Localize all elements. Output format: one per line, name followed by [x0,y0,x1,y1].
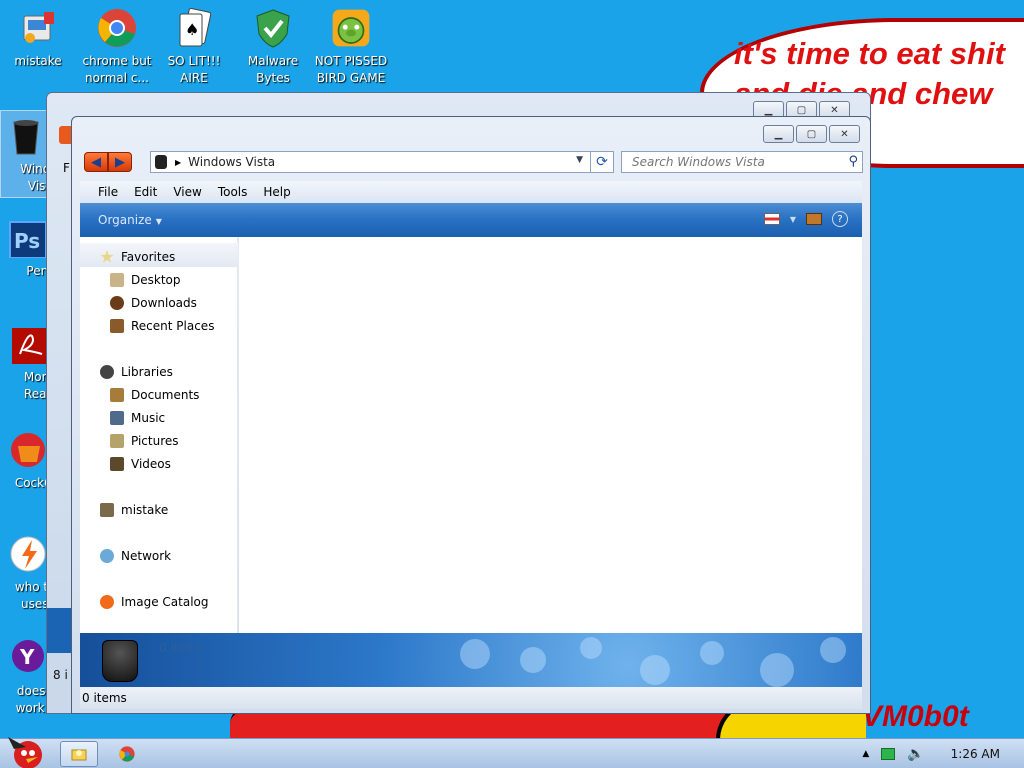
angry-birds-pig-icon [331,8,371,48]
taskbar-explorer-button[interactable] [60,741,98,767]
maximize-button[interactable]: ▢ [796,125,827,143]
organize-dropdown-icon: ▼ [155,217,162,226]
desktop-folder-icon [110,273,124,287]
taskbar-chrome-button[interactable] [108,741,146,767]
nav-libraries[interactable]: Libraries [100,362,173,382]
pictures-icon [110,434,124,448]
show-hidden-icons-icon[interactable]: ▲ [862,749,869,759]
chrome-icon [119,746,135,762]
address-text: Windows Vista [188,155,276,169]
lightning-icon [6,534,46,574]
breadcrumb-chevron-icon: ▶ [175,157,182,167]
desktop-icon-malwarebytes[interactable]: Malware Bytes [235,4,311,87]
computer-icon [100,503,114,517]
documents-icon [110,388,124,402]
menu-help[interactable]: Help [255,185,298,199]
nav-mistake[interactable]: mistake [100,500,168,520]
command-bar: Organize ▼ ▼ ? [80,203,862,237]
libraries-icon [100,365,114,379]
back-arrow-icon[interactable]: ◀ [84,152,108,172]
forward-arrow-icon[interactable]: ▶ [108,152,132,172]
menu-edit[interactable]: Edit [126,185,165,199]
network-status-icon[interactable] [881,748,896,760]
details-pane: 0 items [80,633,862,687]
nav-recent-places[interactable]: Recent Places [110,316,214,336]
recycle-bin-large-icon [102,640,138,682]
organize-button[interactable]: Organize ▼ [98,213,162,227]
status-bar: 0 items [80,687,862,709]
nav-documents[interactable]: Documents [110,385,199,405]
nav-videos[interactable]: Videos [110,454,171,474]
star-icon [100,250,114,263]
recycle-bin-icon [6,116,46,156]
nav-favorites[interactable]: Favorites [100,247,175,267]
address-dropdown-icon[interactable]: ▼ [576,155,583,165]
address-bar[interactable]: ▶ Windows Vista ▼ [150,151,614,173]
downloads-icon [110,296,124,310]
explorer-window[interactable]: ▁ ▢ ✕ ◀ ▶ ▶ Windows Vista ▼ ⟳ ⚲ File Edi… [71,116,871,714]
nav-image-catalog[interactable]: Image Catalog [100,592,208,612]
image-catalog-icon [100,595,114,609]
start-button[interactable] [4,733,48,768]
change-view-icon[interactable] [763,213,780,225]
nav-downloads[interactable]: Downloads [110,293,197,313]
explorer-folder-icon [71,749,87,761]
yahoo-icon: Y [6,638,46,678]
search-input[interactable] [632,155,832,169]
command-bar-icons: ▼ ? [763,211,848,227]
desktop-icon-chrome[interactable]: chrome but normal c... [79,4,155,87]
help-icon[interactable]: ? [832,211,848,227]
desktop-icon-solitaire[interactable]: ♠ SO LIT!!! AIRE [156,4,232,87]
back-window-status-partial: 8 i [53,668,68,682]
recent-places-icon [110,319,124,333]
malwarebytes-shield-icon [253,8,293,48]
photoshop-icon: Ps [6,218,47,259]
details-item-count: 0 items [159,641,204,655]
close-button[interactable]: ✕ [829,125,860,143]
nav-pictures[interactable]: Pictures [110,431,179,451]
menu-bar: File Edit View Tools Help [80,181,862,203]
navigation-row: ◀ ▶ ▶ Windows Vista ▼ ⟳ ⚲ [84,151,863,175]
desktop-icon-mistake[interactable]: mistake [0,4,76,70]
menu-view[interactable]: View [165,185,209,199]
recycle-bin-small-icon [155,155,167,169]
taskbar: ▲ 🔈 1:26 AM [0,737,1024,768]
svg-text:Y: Y [19,645,35,669]
music-icon [110,411,124,425]
network-icon [100,549,114,563]
status-item-count: 0 items [82,691,127,705]
nav-arrows: ◀ ▶ [84,152,132,172]
back-window-menu-partial: F [63,161,70,175]
navigation-pane: Favorites Desktop Downloads Recent Place… [80,237,238,633]
angry-bird-start-icon [8,737,42,768]
svg-text:♠: ♠ [185,20,199,39]
refresh-icon[interactable]: ⟳ [590,151,614,173]
menu-file[interactable]: File [90,185,126,199]
solitaire-icon: ♠ [174,7,214,48]
control-panel-icon [18,8,58,48]
search-icon[interactable]: ⚲ [848,154,858,169]
system-tray: ▲ 🔈 1:26 AM [862,739,1024,768]
nav-music[interactable]: Music [110,408,165,428]
videos-icon [110,457,124,471]
svg-text:Ps: Ps [14,229,40,253]
desktop-icon-pissed-bird[interactable]: NOT PISSED BIRD GAME [313,4,389,87]
menu-tools[interactable]: Tools [210,185,256,199]
chrome-icon [97,8,137,48]
volume-icon[interactable]: 🔈 [907,746,924,762]
acrobat-reader-icon [6,324,46,364]
view-dropdown-icon[interactable]: ▼ [790,215,796,224]
taskbar-clock[interactable]: 1:26 AM [951,747,1000,761]
preview-pane-icon[interactable] [806,213,822,225]
ccleaner-icon [6,430,46,470]
nav-desktop[interactable]: Desktop [110,270,181,290]
search-box[interactable]: ⚲ [621,151,863,173]
minimize-button[interactable]: ▁ [763,125,794,143]
nav-network[interactable]: Network [100,546,171,566]
file-list-pane[interactable] [239,237,862,633]
wallpaper-watermark: VM0b0t [862,700,969,733]
